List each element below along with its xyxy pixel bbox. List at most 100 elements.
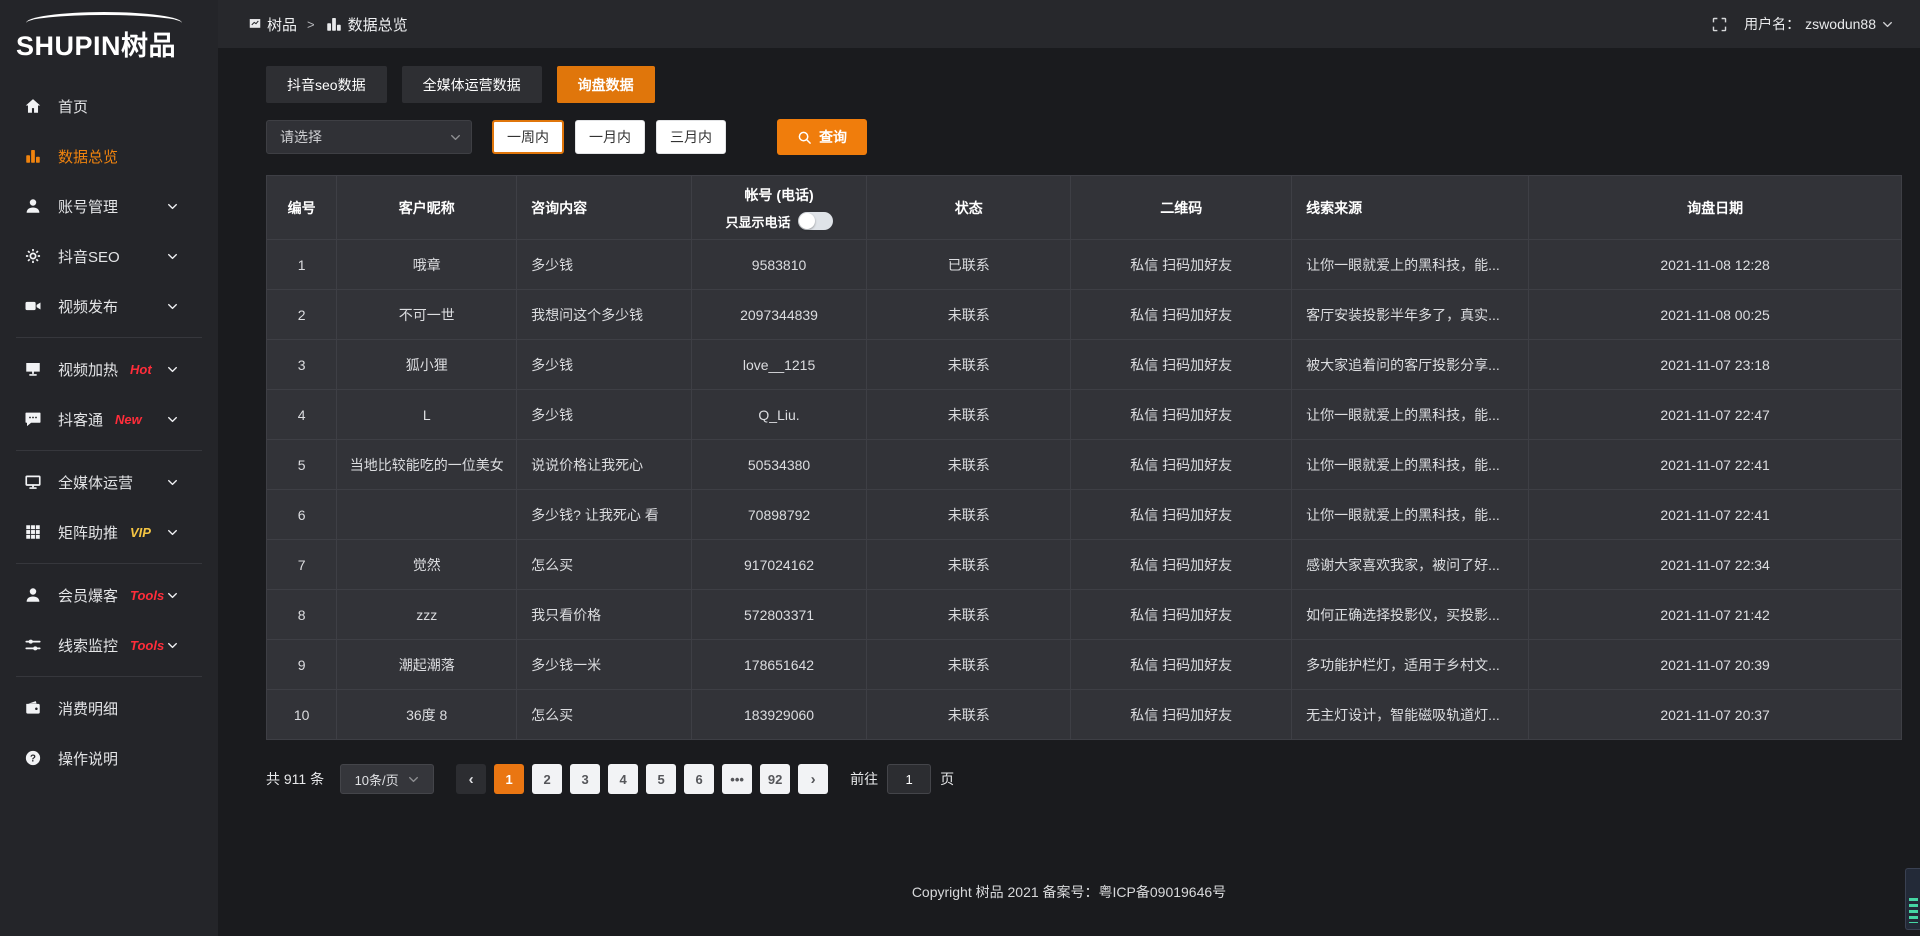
col-content: 咨询内容 — [517, 176, 692, 240]
question-icon: ? — [24, 749, 43, 767]
range-one-week[interactable]: 一周内 — [492, 120, 564, 154]
sidebar-item-data-overview[interactable]: 数据总览 — [0, 131, 218, 181]
sidebar-item-label: 线索监控 — [58, 635, 118, 656]
range-one-month[interactable]: 一月内 — [575, 120, 645, 154]
phone-only-toggle[interactable] — [798, 212, 833, 230]
cell-qrcode[interactable]: 私信 扫码加好友 — [1071, 540, 1292, 590]
range-three-month[interactable]: 三月内 — [656, 120, 726, 154]
page-buttons: 123456 ••• 92 — [494, 764, 798, 794]
tab-douyin-seo-data[interactable]: 抖音seo数据 — [266, 66, 387, 103]
sidebar-item-video-heat[interactable]: 视频加热Hot — [0, 344, 218, 394]
cell-date: 2021-11-07 20:39 — [1529, 640, 1902, 690]
cell-account: 2097344839 — [692, 290, 867, 340]
cell-qrcode[interactable]: 私信 扫码加好友 — [1071, 340, 1292, 390]
cell-no: 2 — [267, 290, 337, 340]
search-icon — [797, 130, 812, 145]
cell-date: 2021-11-07 21:42 — [1529, 590, 1902, 640]
sidebar-item-label: 首页 — [58, 96, 88, 117]
page-button[interactable]: 4 — [608, 764, 638, 794]
tab-media-operation-data[interactable]: 全媒体运营数据 — [402, 66, 542, 103]
topbar-right: 用户名： zswodun88 — [1711, 14, 1894, 34]
tab-inquiry-data[interactable]: 询盘数据 — [557, 66, 655, 103]
sidebar-item-media-operation[interactable]: 全媒体运营 — [0, 457, 218, 507]
cell-account: 50534380 — [692, 440, 867, 490]
search-button[interactable]: 查询 — [777, 119, 867, 155]
filter-select[interactable]: 请选择 — [266, 120, 472, 154]
page-button[interactable]: 92 — [760, 764, 790, 794]
breadcrumb-item-brand[interactable]: 树品 — [267, 14, 297, 35]
cell-date: 2021-11-07 22:41 — [1529, 490, 1902, 540]
cell-status: 未联系 — [867, 690, 1071, 740]
cell-source[interactable]: 如何正确选择投影仪，买投影... — [1292, 590, 1529, 640]
cell-source[interactable]: 让你一眼就爱上的黑科技，能... — [1292, 390, 1529, 440]
cell-account: love__1215 — [692, 340, 867, 390]
page-size-select[interactable]: 10条/页 — [340, 764, 434, 794]
topbar: 树品 > 数据总览 用户名： zswodun88 — [218, 0, 1920, 48]
sidebar-item-video-publish[interactable]: 视频发布 — [0, 281, 218, 331]
sidebar-item-account-management[interactable]: 账号管理 — [0, 181, 218, 231]
cell-content: 多少钱一米 — [517, 640, 692, 690]
cell-source[interactable]: 让你一眼就爱上的黑科技，能... — [1292, 440, 1529, 490]
table-row: 4L多少钱Q_Liu.未联系私信 扫码加好友让你一眼就爱上的黑科技，能...20… — [267, 390, 1902, 440]
sidebar-item-home[interactable]: 首页 — [0, 81, 218, 131]
cell-nickname — [337, 490, 517, 540]
fullscreen-icon[interactable] — [1711, 16, 1728, 33]
phone-only-row: 只显示电话 — [700, 212, 858, 231]
cell-qrcode[interactable]: 私信 扫码加好友 — [1071, 440, 1292, 490]
cell-qrcode[interactable]: 私信 扫码加好友 — [1071, 240, 1292, 290]
cell-qrcode[interactable]: 私信 扫码加好友 — [1071, 640, 1292, 690]
cell-source[interactable]: 让你一眼就爱上的黑科技，能... — [1292, 240, 1529, 290]
cell-source[interactable]: 感谢大家喜欢我家，被问了好... — [1292, 540, 1529, 590]
cell-nickname: 潮起潮落 — [337, 640, 517, 690]
cell-source[interactable]: 被大家追着问的客厅投影分享... — [1292, 340, 1529, 390]
sidebar-item-consume-detail[interactable]: 消费明细 — [0, 683, 218, 733]
chevron-down-icon — [166, 476, 185, 489]
search-button-label: 查询 — [819, 127, 847, 147]
page-button[interactable]: ••• — [722, 764, 752, 794]
cell-source[interactable]: 无主灯设计，智能磁吸轨道灯... — [1292, 690, 1529, 740]
cell-qrcode[interactable]: 私信 扫码加好友 — [1071, 390, 1292, 440]
breadcrumb-item-current: 数据总览 — [348, 14, 408, 35]
cell-status: 未联系 — [867, 540, 1071, 590]
cell-content: 多少钱? 让我死心 看 — [517, 490, 692, 540]
cell-nickname: L — [337, 390, 517, 440]
video-camera-icon — [24, 297, 43, 315]
col-nickname: 客户昵称 — [337, 176, 517, 240]
page-button[interactable]: 1 — [494, 764, 524, 794]
cell-source[interactable]: 客厅安装投影半年多了，真实... — [1292, 290, 1529, 340]
page-button[interactable]: 2 — [532, 764, 562, 794]
prev-page-button[interactable]: ‹ — [456, 764, 486, 794]
next-page-button[interactable]: › — [798, 764, 828, 794]
sidebar-item-douketong[interactable]: 抖客通New — [0, 394, 218, 444]
sidebar-item-matrix-boost[interactable]: 矩阵助推VIP — [0, 507, 218, 557]
sidebar-item-operation-guide[interactable]: ?操作说明 — [0, 733, 218, 783]
cell-content: 说说价格让我死心 — [517, 440, 692, 490]
cell-date: 2021-11-08 00:25 — [1529, 290, 1902, 340]
cell-qrcode[interactable]: 私信 扫码加好友 — [1071, 690, 1292, 740]
floating-widget[interactable] — [1905, 868, 1920, 930]
page-button[interactable]: 6 — [684, 764, 714, 794]
cell-source[interactable]: 多功能护栏灯，适用于乡村文... — [1292, 640, 1529, 690]
cell-no: 5 — [267, 440, 337, 490]
sidebar-item-douyin-seo[interactable]: 抖音SEO — [0, 231, 218, 281]
account-column-title: 帐号 (电话) — [700, 185, 858, 205]
cell-source[interactable]: 让你一眼就爱上的黑科技，能... — [1292, 490, 1529, 540]
sidebar-item-label: 消费明细 — [58, 698, 118, 719]
cell-qrcode[interactable]: 私信 扫码加好友 — [1071, 290, 1292, 340]
goto-page-input[interactable] — [887, 764, 931, 794]
col-source: 线索来源 — [1292, 176, 1529, 240]
sidebar-item-badge: VIP — [130, 525, 151, 540]
page-button[interactable]: 5 — [646, 764, 676, 794]
page-button[interactable]: 3 — [570, 764, 600, 794]
brand-logo[interactable]: SHUPIN树品 — [0, 0, 218, 67]
cell-no: 6 — [267, 490, 337, 540]
cell-qrcode[interactable]: 私信 扫码加好友 — [1071, 590, 1292, 640]
user-menu[interactable]: 用户名： zswodun88 — [1744, 14, 1894, 34]
copyright-text: Copyright 树品 2021 备案号：粤ICP备09019646号 — [912, 882, 1226, 902]
sidebar-item-member-baoke[interactable]: 会员爆客Tools — [0, 570, 218, 620]
sidebar-item-label: 会员爆客 — [58, 585, 118, 606]
logo-text: SHUPIN树品 — [16, 24, 218, 63]
table-row: 6多少钱? 让我死心 看70898792未联系私信 扫码加好友让你一眼就爱上的黑… — [267, 490, 1902, 540]
cell-qrcode[interactable]: 私信 扫码加好友 — [1071, 490, 1292, 540]
sidebar-item-clue-monitor[interactable]: 线索监控Tools — [0, 620, 218, 670]
